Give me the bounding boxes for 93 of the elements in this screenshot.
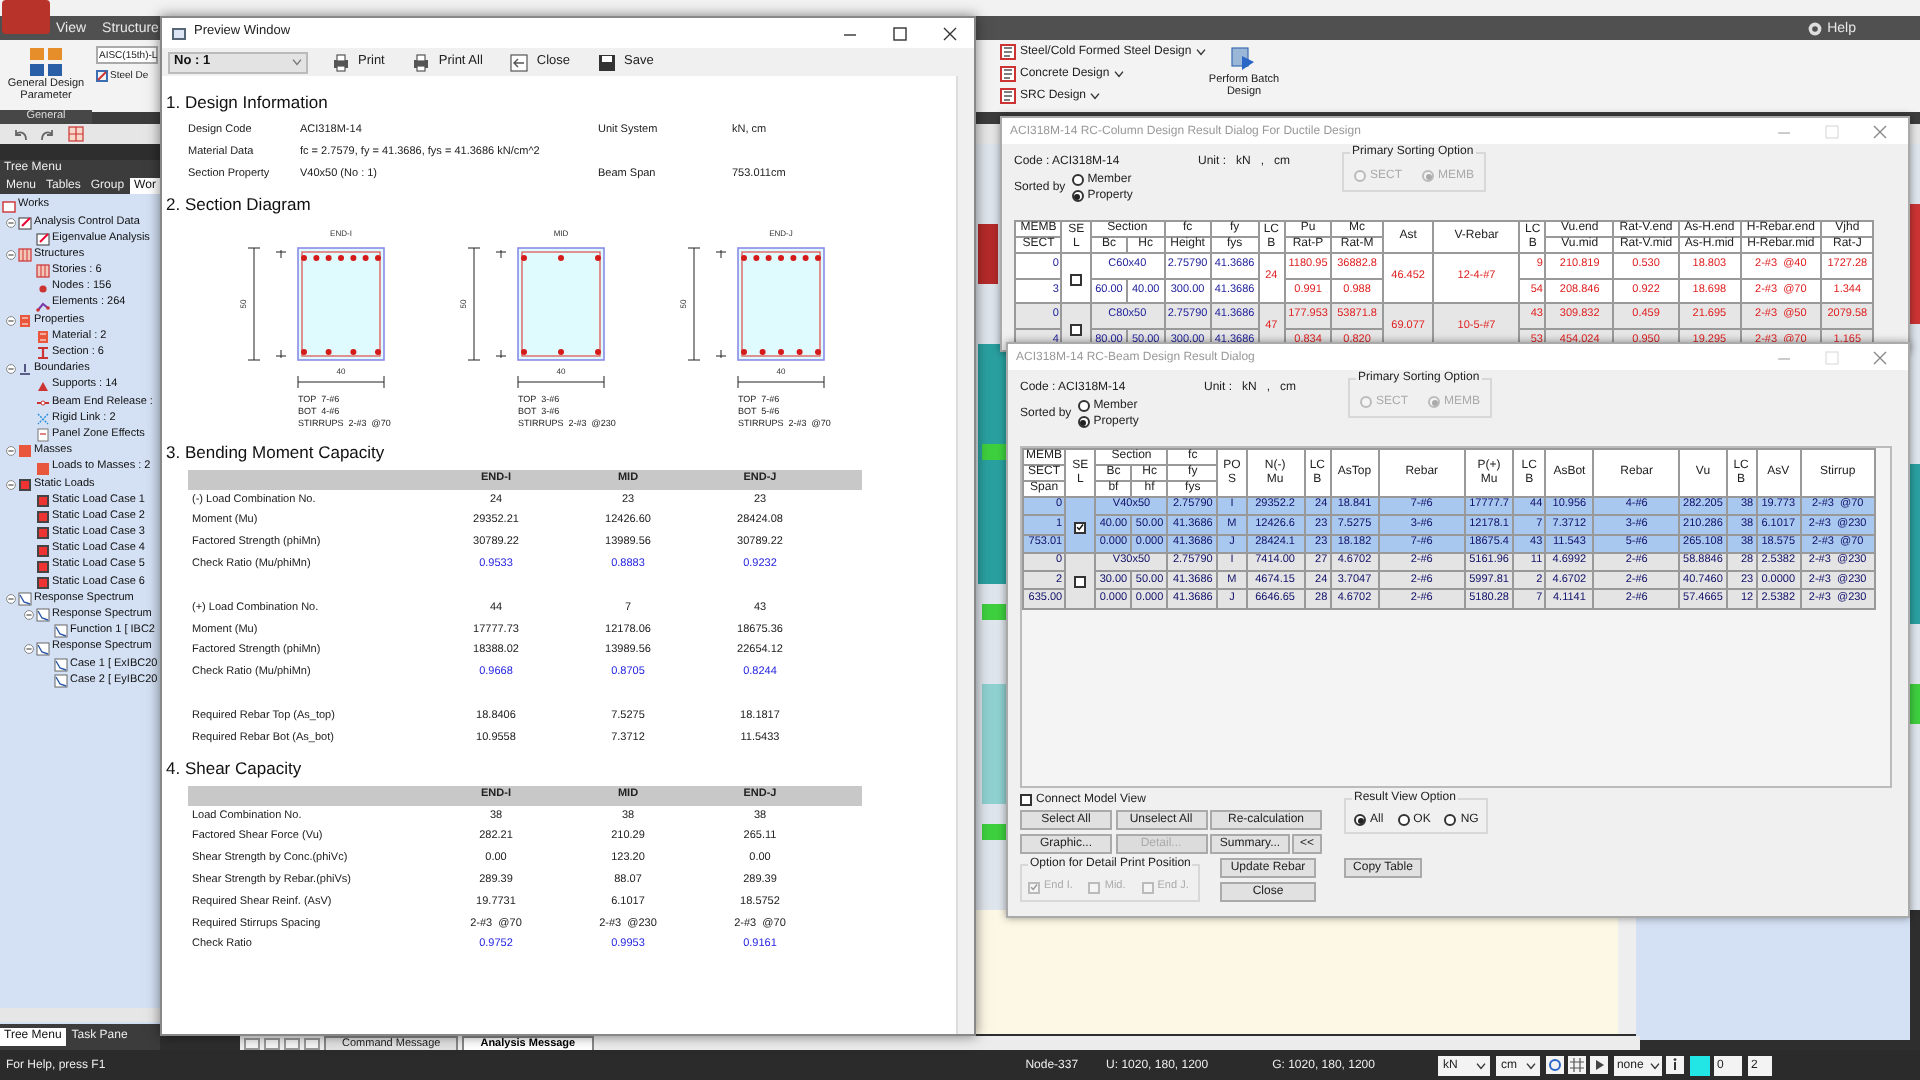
maximize-icon [892, 25, 908, 41]
caret-icon [1650, 1061, 1661, 1069]
exit-icon [510, 53, 529, 71]
radio-button[interactable] [1077, 416, 1090, 428]
expander-icon [6, 217, 16, 228]
checkbox[interactable] [1074, 521, 1087, 534]
control-icon [18, 215, 32, 230]
grid-icon [68, 126, 84, 142]
expander-icon [6, 315, 16, 326]
steel-icon [96, 70, 108, 82]
expander-icon [6, 364, 16, 375]
redo-icon [40, 127, 56, 141]
caret-icon [1476, 1061, 1487, 1069]
radio-button[interactable] [1422, 170, 1435, 182]
expander-icon [24, 643, 34, 654]
scroll-bar[interactable] [956, 76, 974, 1034]
checkbox[interactable] [1088, 881, 1101, 893]
parameter-icon [28, 46, 64, 78]
link-icon [36, 412, 50, 427]
maximize-icon [1824, 349, 1840, 365]
radio-button[interactable] [1354, 170, 1366, 182]
printer-icon [412, 53, 431, 71]
section-drawing [737, 247, 825, 361]
help-icon [1807, 21, 1822, 35]
close-icon [1872, 123, 1888, 139]
structure-icon [18, 248, 32, 263]
node-icon [36, 281, 50, 296]
width-dimension [737, 375, 825, 389]
radio-button[interactable] [1428, 396, 1441, 408]
radio-button[interactable] [1397, 814, 1410, 826]
section-drawing [517, 247, 605, 361]
expander-icon [6, 479, 16, 490]
window-icon [172, 27, 186, 39]
expander-icon [6, 250, 16, 261]
section-heading: 3. Bending Moment Capacity [166, 442, 387, 464]
element-icon [36, 297, 50, 312]
radio-button[interactable] [1360, 396, 1372, 408]
close-icon [1872, 349, 1888, 365]
structure-icon [36, 264, 50, 279]
property-icon [18, 313, 32, 328]
property-icon [36, 330, 50, 345]
zone-icon [36, 428, 50, 443]
info-icon [1666, 1056, 1685, 1074]
height-dimension [687, 247, 727, 361]
checkbox[interactable] [1074, 576, 1087, 589]
expander-icon [24, 610, 34, 621]
support-icon [36, 379, 50, 394]
undo-icon [12, 127, 28, 141]
radio-button[interactable] [1071, 190, 1084, 202]
section-heading: 4. Shear Capacity [166, 757, 304, 780]
caret-icon [292, 58, 302, 66]
maximize-icon [1824, 123, 1840, 139]
printer-icon [332, 53, 350, 71]
section-heading: 2. Section Diagram [166, 194, 313, 216]
caret-icon [1090, 92, 1101, 100]
checkbox[interactable] [1141, 881, 1154, 893]
caret-icon [1195, 48, 1206, 56]
expander-icon [6, 446, 16, 457]
section-drawing [297, 247, 385, 361]
close-icon [942, 25, 958, 41]
radio-button[interactable] [1071, 174, 1084, 186]
play-icon [1590, 1056, 1609, 1074]
spectrum-icon [36, 608, 50, 623]
boundary-icon [18, 362, 32, 377]
caret-icon [1113, 70, 1124, 78]
section-icon [36, 346, 50, 361]
checkbox[interactable] [1070, 274, 1083, 286]
release-icon [36, 395, 50, 410]
spectrum-icon [54, 624, 68, 639]
checkbox[interactable] [1028, 881, 1040, 893]
height-dimension [467, 247, 507, 361]
design-icon [1000, 88, 1016, 104]
radio-button[interactable] [1077, 400, 1090, 412]
spectrum-icon [36, 641, 50, 656]
control-icon [36, 231, 50, 246]
color-swatch [1690, 1055, 1711, 1075]
width-dimension [297, 375, 385, 389]
section-heading: 1. Design Information [166, 92, 330, 114]
radio-button[interactable] [1354, 814, 1366, 826]
expander-icon [6, 594, 16, 605]
radio-button[interactable] [1444, 814, 1457, 826]
snap-icon [1546, 1056, 1565, 1074]
checkbox[interactable] [1070, 324, 1083, 336]
caret-icon [1526, 1061, 1537, 1069]
checkbox[interactable] [1020, 794, 1032, 806]
width-dimension [517, 375, 605, 389]
works-icon [2, 199, 16, 214]
design-icon [1000, 66, 1016, 82]
height-dimension [247, 247, 287, 361]
batch-design-icon [1230, 46, 1258, 74]
grid-snap-icon [1568, 1056, 1587, 1074]
spectrum-icon [18, 592, 32, 607]
scroll-bar[interactable] [0, 1008, 160, 1022]
